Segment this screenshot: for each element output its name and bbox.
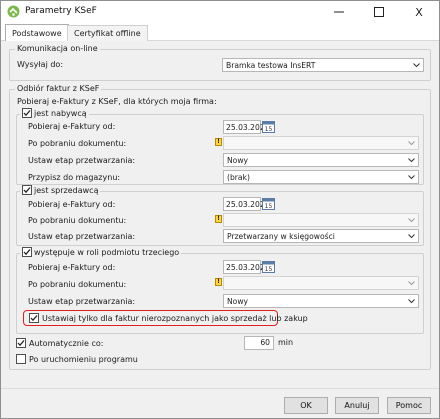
seller-checkbox-label: jest sprzedawcą bbox=[34, 185, 99, 195]
buyer-checkbox-row[interactable]: jest nabywcą bbox=[20, 108, 89, 118]
online-group: Komunikacja on-line Wysyłaj do: Bramka t… bbox=[9, 44, 431, 81]
receive-intro: Pobieraj e-Faktury z KSeF, dla których m… bbox=[17, 97, 217, 106]
auto-interval-input[interactable]: 60 bbox=[244, 336, 274, 350]
buyer-from-date[interactable]: 25.03.2026 bbox=[223, 120, 269, 134]
tab-strip: Podstawowe Certyfikat offline bbox=[1, 23, 439, 42]
svg-text:15: 15 bbox=[265, 266, 273, 273]
chevron-down-icon bbox=[408, 158, 415, 163]
tab-offline-certificate-label: Certyfikat offline bbox=[74, 29, 141, 38]
calendar-icon[interactable]: 15 bbox=[262, 260, 275, 273]
third-party-after-select[interactable] bbox=[223, 276, 419, 290]
tab-content: Komunikacja on-line Wysyłaj do: Bramka t… bbox=[1, 41, 439, 388]
third-party-stage-label: Ustaw etap przetwarzania: bbox=[28, 297, 136, 306]
chevron-down-icon bbox=[408, 141, 415, 146]
title-bar: Parametry KSeF X bbox=[1, 1, 439, 23]
unrecognized-checkbox-label: Ustawiaj tylko dla faktur nierozpoznanyc… bbox=[42, 313, 308, 323]
calendar-icon[interactable]: 15 bbox=[262, 197, 275, 210]
cancel-button[interactable]: Anuluj bbox=[335, 397, 379, 414]
third-party-stage-value: Nowy bbox=[227, 296, 249, 306]
third-party-checkbox-row[interactable]: występuje w roli podmiotu trzeciego bbox=[20, 247, 182, 257]
startup-checkbox[interactable] bbox=[16, 354, 26, 364]
seller-checkbox[interactable] bbox=[22, 185, 32, 195]
minimize-icon bbox=[334, 11, 344, 13]
buyer-group: jest nabywcą Pobieraj e-Faktury od: 25.0… bbox=[16, 108, 424, 185]
third-party-stage-select[interactable]: Nowy bbox=[223, 294, 419, 308]
ksef-app-icon bbox=[7, 5, 20, 18]
maximize-button[interactable] bbox=[359, 1, 399, 23]
ok-button[interactable]: OK bbox=[284, 397, 328, 414]
buyer-stage-value: Nowy bbox=[227, 155, 249, 165]
startup-checkbox-row[interactable]: Po uruchomieniu programu bbox=[16, 354, 138, 364]
warning-icon: ! bbox=[215, 215, 222, 223]
third-party-checkbox[interactable] bbox=[22, 247, 32, 257]
unrecognized-checkbox-row[interactable]: Ustawiaj tylko dla faktur nierozpoznanyc… bbox=[29, 313, 308, 323]
send-to-value: Bramka testowa InsERT bbox=[226, 60, 316, 70]
dialog-footer: OK Anuluj Pomoc bbox=[1, 388, 439, 418]
buyer-after-label: Po pobraniu dokumentu: bbox=[28, 139, 127, 148]
third-party-from-date[interactable]: 25.03.2026 bbox=[223, 260, 269, 274]
chevron-down-icon bbox=[408, 218, 415, 223]
receive-group: Odbiór faktur z KSeF Pobieraj e-Faktury … bbox=[9, 84, 431, 370]
seller-after-label: Po pobraniu dokumentu: bbox=[28, 216, 127, 225]
unrecognized-checkbox[interactable] bbox=[29, 313, 39, 323]
chevron-down-icon bbox=[408, 299, 415, 304]
chevron-down-icon bbox=[408, 281, 415, 286]
seller-from-date[interactable]: 25.03.2026 bbox=[223, 197, 269, 211]
buyer-checkbox[interactable] bbox=[22, 108, 32, 118]
seller-checkbox-row[interactable]: jest sprzedawcą bbox=[20, 185, 101, 195]
chevron-down-icon bbox=[408, 175, 415, 180]
close-button[interactable]: X bbox=[399, 1, 439, 23]
minimize-button[interactable] bbox=[319, 1, 359, 23]
help-button[interactable]: Pomoc bbox=[387, 397, 431, 414]
chevron-down-icon bbox=[413, 63, 420, 68]
buyer-warehouse-label: Przypisz do magazynu: bbox=[28, 173, 121, 182]
send-to-label: Wysyłaj do: bbox=[17, 60, 64, 69]
svg-text:15: 15 bbox=[265, 126, 273, 133]
seller-from-label: Pobieraj e-Faktury od: bbox=[28, 200, 116, 209]
buyer-after-select[interactable] bbox=[223, 136, 419, 150]
warning-icon: ! bbox=[215, 138, 222, 146]
checkmark-icon bbox=[23, 249, 31, 256]
chevron-down-icon bbox=[408, 234, 415, 239]
auto-unit-label: min bbox=[278, 338, 294, 347]
send-to-select[interactable]: Bramka testowa InsERT bbox=[222, 58, 424, 72]
buyer-from-label: Pobieraj e-Faktury od: bbox=[28, 122, 116, 131]
seller-stage-select[interactable]: Przetwarzany w księgowości bbox=[223, 229, 419, 243]
receive-group-title: Odbiór faktur z KSeF bbox=[15, 84, 102, 93]
checkmark-icon bbox=[30, 315, 38, 322]
tab-basic-label: Podstawowe bbox=[12, 29, 62, 38]
calendar-icon[interactable]: 15 bbox=[262, 120, 275, 133]
auto-checkbox-row[interactable]: Automatycznie co: bbox=[16, 338, 103, 348]
auto-checkbox-label: Automatycznie co: bbox=[29, 338, 104, 348]
checkmark-icon bbox=[23, 110, 31, 117]
third-party-from-label: Pobieraj e-Faktury od: bbox=[28, 263, 116, 272]
seller-after-select[interactable] bbox=[223, 213, 419, 227]
tab-offline-certificate[interactable]: Certyfikat offline bbox=[67, 25, 148, 41]
seller-stage-label: Ustaw etap przetwarzania: bbox=[28, 232, 136, 241]
seller-group: jest sprzedawcą Pobieraj e-Faktury od: 2… bbox=[16, 185, 424, 246]
dialog-window: Parametry KSeF X Podstawowe Certyfikat o… bbox=[0, 0, 440, 419]
close-icon: X bbox=[415, 5, 423, 19]
svg-text:15: 15 bbox=[265, 203, 273, 210]
third-party-group: występuje w roli podmiotu trzeciego Pobi… bbox=[16, 247, 424, 334]
tab-basic[interactable]: Podstawowe bbox=[5, 24, 69, 42]
checkmark-icon bbox=[23, 187, 31, 194]
buyer-stage-label: Ustaw etap przetwarzania: bbox=[28, 156, 136, 165]
buyer-checkbox-label: jest nabywcą bbox=[34, 108, 87, 118]
third-party-checkbox-label: występuje w roli podmiotu trzeciego bbox=[34, 247, 180, 257]
auto-checkbox[interactable] bbox=[16, 338, 26, 348]
startup-checkbox-label: Po uruchomieniu programu bbox=[29, 354, 138, 364]
buyer-stage-select[interactable]: Nowy bbox=[223, 153, 419, 167]
maximize-icon bbox=[374, 7, 384, 17]
warning-icon: ! bbox=[215, 278, 222, 286]
seller-stage-value: Przetwarzany w księgowości bbox=[227, 231, 335, 241]
online-group-title: Komunikacja on-line bbox=[15, 44, 100, 53]
buyer-warehouse-value: (brak) bbox=[227, 172, 250, 182]
third-party-after-label: Po pobraniu dokumentu: bbox=[28, 280, 127, 289]
buyer-warehouse-select[interactable]: (brak) bbox=[223, 170, 419, 184]
checkmark-icon bbox=[17, 340, 25, 347]
window-title: Parametry KSeF bbox=[25, 6, 97, 16]
